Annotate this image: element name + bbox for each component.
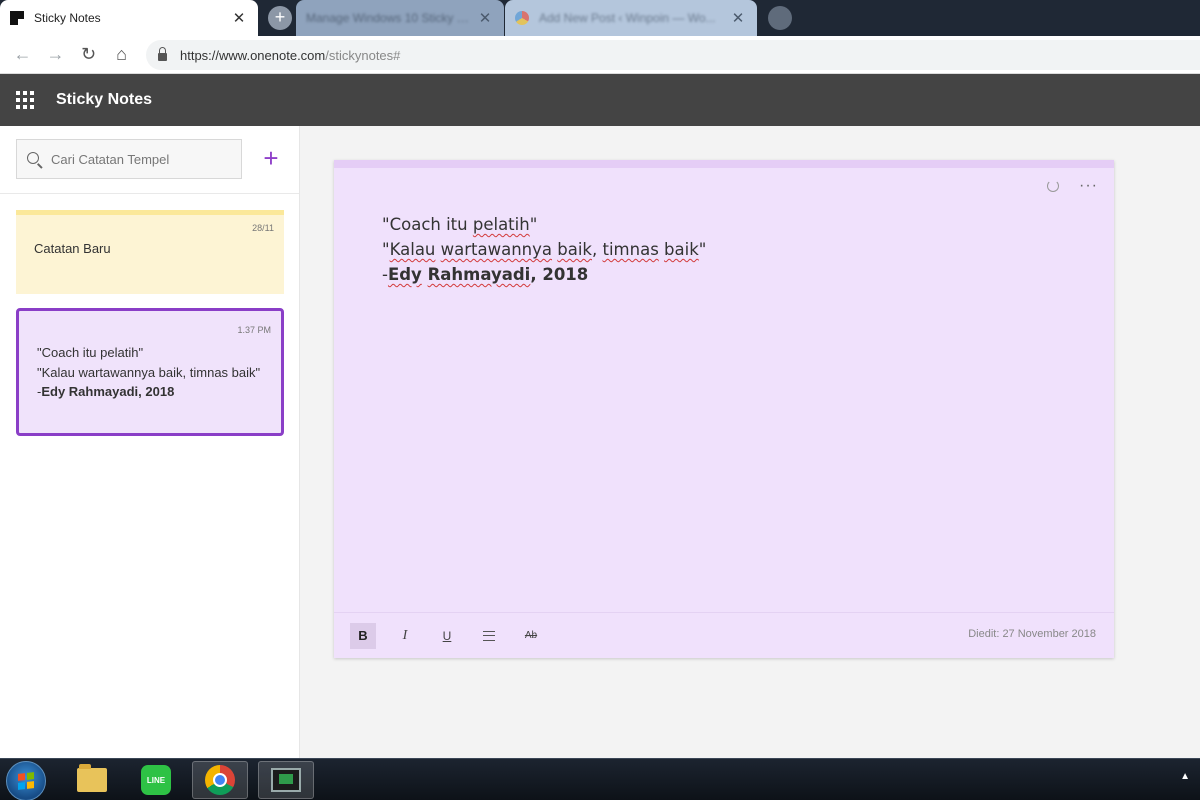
search-input[interactable] <box>51 151 231 167</box>
file-explorer-taskbar-button[interactable] <box>64 761 120 799</box>
note-timestamp: 1.37 PM <box>237 325 271 335</box>
editor-tools: ··· <box>1047 178 1098 194</box>
tab-close-icon[interactable]: ✕ <box>476 9 494 27</box>
note-content[interactable]: "Coach itu pelatih" "Kalau wartawannya b… <box>382 212 706 287</box>
back-icon[interactable]: ← <box>6 44 39 65</box>
line-app-icon: LINE <box>141 765 171 795</box>
sync-spinner-icon <box>1047 180 1060 192</box>
terminal-taskbar-button[interactable] <box>258 761 314 799</box>
note-editor[interactable]: ··· "Coach itu pelatih" "Kalau wartawann… <box>334 160 1114 658</box>
browser-toolbar: ← → ↻ ⌂ https://www.onenote.com/stickyno… <box>0 36 1200 74</box>
search-row: + <box>0 126 299 194</box>
tab-close-icon[interactable]: ✕ <box>230 9 248 27</box>
tab-title: Add New Post ‹ Winpoin — Wo... <box>539 11 716 25</box>
note-line: -Edy Rahmayadi, 2018 <box>37 384 175 399</box>
note-card-new[interactable]: 28/11 Catatan Baru <box>16 210 284 294</box>
bullet-list-button[interactable] <box>476 623 502 649</box>
note-line-2: "Kalau wartawannya baik, timnas baik" <box>382 240 707 259</box>
url-path: /stickynotes# <box>325 47 401 63</box>
tab-title: Sticky Notes <box>34 11 101 25</box>
home-icon[interactable]: ⌂ <box>105 44 138 65</box>
app-title: Sticky Notes <box>56 91 153 108</box>
start-button[interactable] <box>6 761 46 800</box>
winpoin-favicon-icon <box>515 11 529 25</box>
tab-title: Manage Windows 10 Sticky No... <box>306 11 476 25</box>
app-header: Sticky Notes <box>0 74 1200 126</box>
browser-tab-strip: Sticky Notes ✕ + Manage Windows 10 Stick… <box>0 0 1200 36</box>
note-card-selected[interactable]: 1.37 PM "Coach itu pelatih" "Kalau warta… <box>16 308 284 436</box>
chrome-taskbar-button[interactable] <box>192 761 248 799</box>
strikethrough-button[interactable]: Ab <box>518 623 544 649</box>
reload-icon[interactable]: ↻ <box>72 44 105 65</box>
note-preview: Catatan Baru <box>34 241 111 256</box>
tab-manage-windows[interactable]: Manage Windows 10 Sticky No... ✕ <box>296 0 504 36</box>
tab-add-new-post[interactable]: Add New Post ‹ Winpoin — Wo... ✕ <box>505 0 757 36</box>
note-line: "Coach itu pelatih" <box>37 345 144 360</box>
terminal-icon <box>271 768 301 792</box>
note-line-1: "Coach itu pelatih" <box>382 215 538 234</box>
windows-taskbar: LINE ▲ <box>0 758 1200 800</box>
windows-logo-icon <box>18 772 34 790</box>
address-bar[interactable]: https://www.onenote.com/stickynotes# <box>146 40 1200 70</box>
note-preview: "Coach itu pelatih" "Kalau wartawannya b… <box>37 343 265 402</box>
show-hidden-icons-icon[interactable]: ▲ <box>1180 771 1190 782</box>
chrome-icon <box>205 765 235 795</box>
more-options-icon[interactable]: ··· <box>1079 178 1098 194</box>
forward-icon[interactable]: → <box>39 44 72 65</box>
sticky-notes-favicon-icon <box>10 11 24 25</box>
tab-close-icon[interactable]: ✕ <box>729 9 747 27</box>
note-timestamp: 28/11 <box>252 223 274 233</box>
profile-icon[interactable] <box>768 6 792 30</box>
italic-button[interactable]: I <box>392 623 418 649</box>
folder-icon <box>77 764 107 792</box>
edited-date: Diedit: 27 November 2018 <box>968 628 1096 640</box>
app-launcher-icon[interactable] <box>16 91 34 109</box>
search-box[interactable] <box>16 139 242 179</box>
tab-sticky-notes[interactable]: Sticky Notes ✕ <box>0 0 258 36</box>
url-host: https://www.onenote.com <box>180 47 326 63</box>
note-line-3: -Edy Rahmayadi, 2018 <box>382 265 589 284</box>
notes-sidebar: + 28/11 Catatan Baru 1.37 PM "Coach itu … <box>0 126 300 758</box>
lock-icon[interactable] <box>158 47 167 61</box>
underline-button[interactable]: U <box>434 623 460 649</box>
bullet-list-icon <box>483 630 495 641</box>
add-note-button[interactable]: + <box>258 145 284 172</box>
search-icon <box>27 151 39 164</box>
new-tab-button[interactable]: + <box>268 6 292 30</box>
note-line: "Kalau wartawannya baik, timnas baik" <box>37 364 261 380</box>
bold-button[interactable]: B <box>350 622 376 649</box>
format-toolbar: B I U Ab Diedit: 27 November 2018 <box>334 612 1114 658</box>
line-taskbar-button[interactable]: LINE <box>128 761 184 799</box>
